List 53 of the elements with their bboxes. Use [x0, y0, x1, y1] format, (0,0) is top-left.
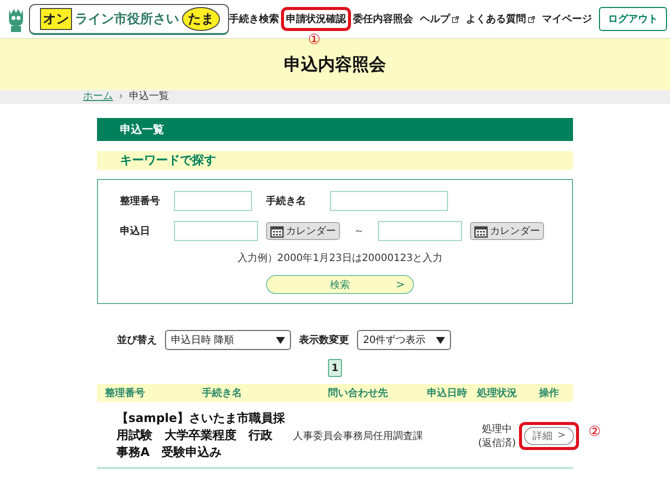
calendar-button[interactable]: カレンダー — [266, 222, 340, 240]
external-link-icon — [528, 16, 535, 22]
sort-select[interactable]: 申込日時 降順 — [165, 330, 291, 350]
nav-link[interactable]: 手続き検索 — [229, 12, 279, 26]
external-link-icon — [452, 16, 459, 22]
range-separator: ～ — [354, 225, 364, 238]
contact-cell-text: 人事委員会事務局任用調査課 — [292, 430, 424, 442]
nav-link[interactable]: よくある質問 — [466, 12, 535, 26]
sort-label: 並び替え — [117, 334, 158, 347]
procedure-name: 【sample】さいたま市職員採 用試験 大学卒業程度 行政 事務A 受験申込み — [116, 410, 286, 461]
search-button[interactable]: 検索 > — [266, 275, 414, 294]
annotation-ring — [519, 422, 579, 450]
column-header: 問い合わせ先 — [327, 386, 389, 400]
calendar-button[interactable]: カレンダー — [470, 222, 544, 240]
calendar-icon — [474, 224, 488, 238]
logo-text: オン — [40, 8, 72, 30]
logout-button[interactable]: ログアウト — [599, 7, 667, 31]
caret-icon — [276, 336, 285, 344]
page-title: 申込内容照会 — [284, 54, 386, 76]
field-label: 申込日 — [120, 224, 151, 238]
input-hint: 入力例）2000年1月23日は20000123と入力 — [236, 252, 444, 265]
caret-icon — [436, 336, 445, 344]
date-to-field[interactable] — [378, 221, 462, 241]
date-from-field[interactable] — [174, 221, 258, 241]
nav-link[interactable]: 申請状況確認 — [286, 12, 346, 26]
status-cell-text: 処理中 (返信済) — [477, 422, 517, 450]
count-label: 表示数変更 — [299, 333, 350, 347]
count-select[interactable]: 20件ずつ表示 — [357, 330, 451, 350]
search-header: キーワードで探す — [97, 151, 573, 170]
name-input-field[interactable] — [330, 191, 448, 211]
section-header: 申込一覧 — [97, 118, 573, 141]
nav-link[interactable]: 委任内容照会 — [353, 12, 413, 26]
column-header: 処理状況 — [476, 386, 518, 400]
annotation-number: ② — [588, 424, 601, 440]
nav-link[interactable]: ヘルプ — [420, 12, 459, 26]
logo-text: たま — [182, 6, 220, 30]
detail-button[interactable]: 詳細 > — [524, 426, 574, 444]
breadcrumb-separator: › — [119, 92, 123, 102]
field-label: 整理番号 — [120, 194, 161, 208]
column-header: 操作 — [538, 386, 560, 400]
column-header: 申込日時 — [426, 386, 468, 400]
number-input-field[interactable] — [174, 191, 252, 211]
nav-link[interactable]: マイページ — [542, 12, 592, 26]
breadcrumb-link[interactable]: ホーム — [83, 92, 113, 102]
calendar-icon — [270, 224, 284, 238]
breadcrumb-current: 申込一覧 — [129, 92, 169, 102]
column-header: 手続き名 — [201, 386, 243, 400]
page-button[interactable]: 1 — [328, 359, 342, 377]
field-label: 手続き名 — [266, 194, 307, 208]
logo-text: ライン市役所さい — [75, 10, 179, 28]
annotation-ring — [281, 7, 351, 31]
column-header: 整理番号 — [104, 386, 146, 400]
annotation-number: ① — [308, 32, 321, 48]
